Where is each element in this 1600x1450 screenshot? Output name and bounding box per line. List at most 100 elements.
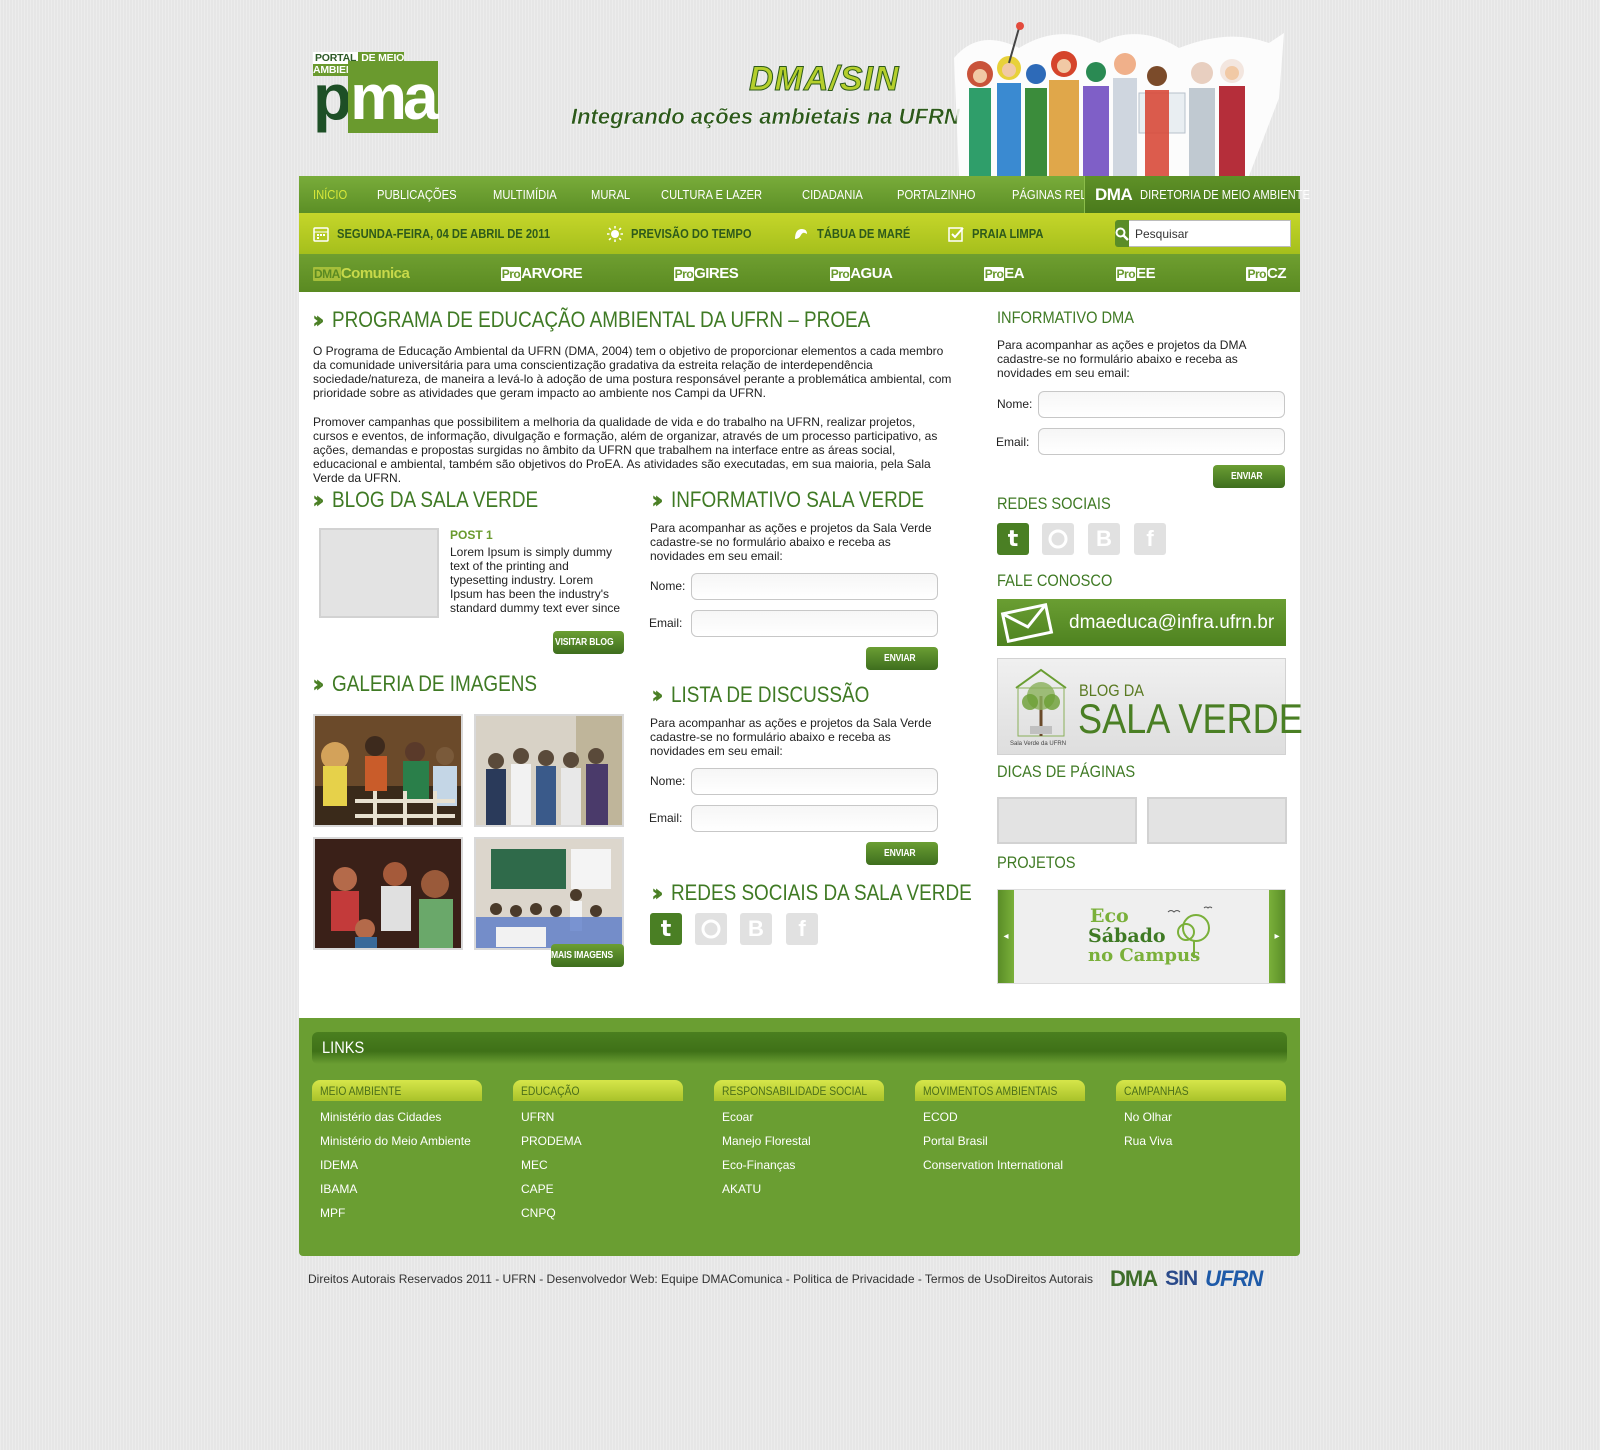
footer-link[interactable]: CAPE (513, 1182, 683, 1197)
program-procz[interactable]: ProCZ (1246, 264, 1287, 282)
program-proarvore[interactable]: ProARVORE (500, 265, 583, 282)
beach-link[interactable]: PRAIA LIMPA (947, 226, 1055, 242)
footer-link[interactable]: AKATU (714, 1182, 884, 1197)
search-icon (1115, 227, 1129, 241)
carousel-prev-arrow-icon[interactable]: ◂ (998, 890, 1014, 983)
footer-link[interactable]: MEC (513, 1158, 683, 1173)
footer-link[interactable]: Portal Brasil (915, 1134, 1085, 1149)
facebook-icon[interactable]: f (786, 913, 818, 945)
info-sv-email-input[interactable] (691, 610, 938, 637)
footer-link[interactable]: Ministério das Cidades (312, 1110, 482, 1125)
footer-link[interactable]: Ecoar (714, 1110, 884, 1125)
blog-banner-big: SALA VERDE (1078, 695, 1303, 742)
blogger-icon[interactable]: B (740, 913, 772, 945)
nav-cultura-e-lazer[interactable]: CULTURA E LAZER (661, 187, 762, 202)
blog-sala-verde-banner[interactable]: Sala Verde da UFRN BLOG DA SALA VERDE (997, 658, 1303, 755)
program-progires[interactable]: ProGIRES (673, 265, 739, 282)
search-input[interactable] (1129, 220, 1291, 247)
gallery-image-2[interactable] (474, 714, 624, 827)
sidebar-info-title: INFORMATIVO DMA (997, 308, 1134, 327)
nav-portalzinho[interactable]: PORTALZINHO (897, 187, 975, 202)
weather-label: PREVISÃO DO TEMPO (630, 226, 752, 241)
program-dmacomunica[interactable]: DMAComunica (313, 265, 410, 282)
orkut-icon[interactable] (1042, 523, 1074, 555)
dma-logo[interactable]: DMA (1110, 1266, 1158, 1292)
sidebar-dicas-title: DICAS DE PÁGINAS (997, 762, 1136, 781)
program-proagua[interactable]: ProAGUA (829, 265, 893, 282)
sidebar-name-input[interactable] (1038, 391, 1285, 418)
blog-post-thumbnail[interactable] (319, 528, 439, 618)
pma-logo[interactable]: PORTAL DE MEIO AMBIENTE pma (313, 52, 455, 133)
footer-link[interactable]: ECOD (915, 1110, 1085, 1125)
footer-link[interactable]: IDEMA (312, 1158, 482, 1173)
footer-link[interactable]: Rua Viva (1116, 1134, 1286, 1149)
visit-blog-button[interactable]: VISITAR BLOG (553, 631, 624, 654)
lista-send-button[interactable]: ENVIAR (866, 842, 938, 865)
nav-publicacoes[interactable]: PUBLICAÇÕES (377, 187, 457, 202)
blog-post-title[interactable]: POST 1 (450, 528, 493, 542)
links-header: LINKS (312, 1032, 1287, 1064)
gallery-photo (315, 716, 461, 825)
contact-email-banner[interactable]: dmaeduca@infra.ufrn.br (997, 599, 1286, 646)
chevron-right-icon: ›› (651, 486, 664, 514)
gallery-image-4[interactable] (474, 837, 624, 950)
sin-logo[interactable]: SIN (1165, 1267, 1198, 1291)
blogger-icon[interactable]: B (1088, 523, 1120, 555)
footer-link[interactable]: CNPQ (513, 1206, 683, 1221)
lista-name-input[interactable] (691, 768, 938, 795)
carousel-next-arrow-icon[interactable]: ▸ (1269, 890, 1285, 983)
nav-multimidia[interactable]: MULTIMÍDIA (493, 187, 557, 202)
nav-dma-link[interactable]: DMA DIRETORIA DE MEIO AMBIENTE (1084, 176, 1310, 213)
info-sv-send-button[interactable]: ENVIAR (866, 647, 938, 670)
footer-link[interactable]: IBAMA (312, 1182, 482, 1197)
beach-label: PRAIA LIMPA (971, 226, 1043, 241)
footer-link[interactable]: Conservation International (915, 1158, 1085, 1173)
checkbox-icon (947, 226, 964, 242)
gallery-image-3[interactable] (313, 837, 463, 950)
chevron-right-icon: ›› (312, 670, 325, 698)
program-proee[interactable]: ProEE (1115, 265, 1156, 282)
sun-icon (606, 225, 623, 242)
slogan: Integrando ações ambietais na UFRN (571, 104, 960, 129)
program-name: CZ (1267, 264, 1287, 282)
date-text: SEGUNDA-FEIRA, 04 DE ABRIL DE 2011 (337, 226, 551, 241)
program-prefix: Pro (983, 266, 1005, 281)
contact-email-text: dmaeduca@infra.ufrn.br (1069, 611, 1275, 633)
tip-page-2[interactable] (1147, 797, 1287, 844)
nav-cidadania[interactable]: CIDADANIA (802, 187, 863, 202)
info-sv-name-input[interactable] (691, 573, 938, 600)
lista-email-input[interactable] (691, 805, 938, 832)
footer-link[interactable]: Eco-Finanças (714, 1158, 884, 1173)
sidebar-email-input[interactable] (1038, 428, 1285, 455)
envelope-icon (1000, 602, 1054, 643)
chevron-right-icon: ›› (312, 306, 325, 334)
footer-link[interactable]: Manejo Florestal (714, 1134, 884, 1149)
program-prefix: Pro (1115, 266, 1137, 281)
blog-post-text: Lorem Ipsum is simply dummy text of the … (450, 545, 621, 615)
weather-link[interactable]: PREVISÃO DO TEMPO (606, 225, 771, 242)
footer-link[interactable]: MPF (312, 1206, 482, 1221)
footer-link[interactable]: No Olhar (1116, 1110, 1286, 1125)
facebook-icon[interactable]: f (1134, 523, 1166, 555)
ufrn-logo[interactable]: UFRN (1205, 1266, 1263, 1292)
twitter-icon[interactable]: t (997, 523, 1029, 555)
sidebar-send-button[interactable]: ENVIAR (1213, 465, 1285, 488)
footer-link[interactable]: Ministério do Meio Ambiente (312, 1134, 482, 1149)
redes-sv-title: REDES SOCIAIS DA SALA VERDE (670, 880, 972, 905)
footer-col-campanhas: CAMPANHAS No Olhar Rua Viva (1116, 1080, 1286, 1149)
nav-mural[interactable]: MURAL (591, 187, 630, 202)
sidebar-send-label: ENVIAR (1230, 471, 1263, 482)
tip-page-1[interactable] (997, 797, 1137, 844)
footer-col-title: RESPONSABILIDADE SOCIAL (722, 1083, 868, 1098)
gallery-image-1[interactable] (313, 714, 463, 827)
twitter-icon[interactable]: t (650, 913, 682, 945)
program-prefix: DMA (313, 266, 341, 281)
orkut-icon[interactable] (695, 913, 727, 945)
footer-link[interactable]: UFRN (513, 1110, 683, 1125)
nav-inicio[interactable]: INÍCIO (313, 187, 347, 202)
more-images-button[interactable]: MAIS IMAGENS (551, 944, 624, 967)
program-proea[interactable]: ProEA (983, 265, 1025, 282)
footer-link[interactable]: PRODEMA (513, 1134, 683, 1149)
tide-link[interactable]: TÁBUA DE MARÉ (793, 226, 926, 242)
search-button[interactable] (1115, 220, 1129, 247)
